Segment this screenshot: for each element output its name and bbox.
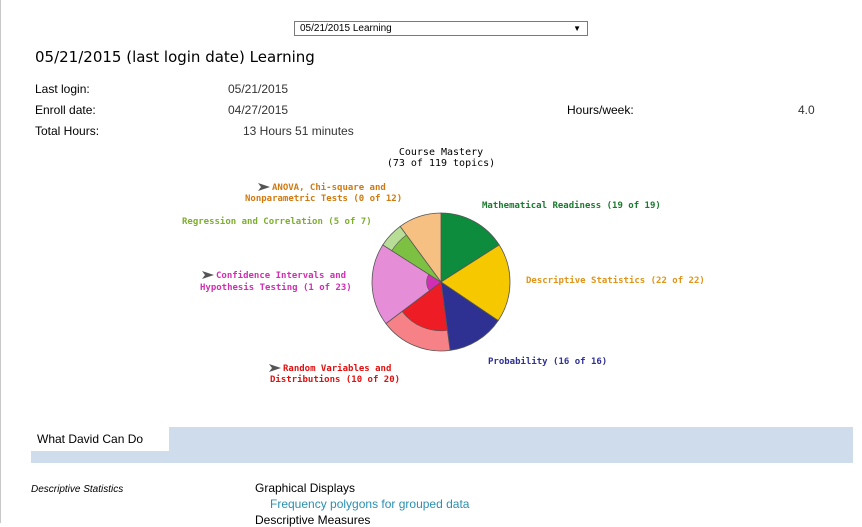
label-regression-correlation[interactable]: Regression and Correlation (5 of 7) — [182, 216, 372, 227]
tab-what-david-can-do[interactable]: What David Can Do — [31, 427, 170, 451]
chart-subtitle: (73 of 119 topics) — [387, 158, 495, 169]
chart-title: Course Mastery — [399, 147, 483, 158]
label-confidence-intervals-line1[interactable]: Confidence Intervals and — [216, 270, 346, 281]
label-mathematical-readiness[interactable]: Mathematical Readiness (19 of 19) — [482, 200, 661, 211]
topic-group-label: Descriptive Measures — [255, 513, 371, 527]
pie-slices — [371, 212, 511, 352]
arrow-right-icon — [269, 364, 281, 372]
label-random-variables-line1[interactable]: Random Variables and — [283, 363, 391, 374]
arrow-right-icon — [258, 183, 270, 191]
topic-group-label: Graphical Displays — [255, 481, 356, 495]
category-label: Descriptive Statistics — [31, 484, 124, 495]
skill-link[interactable]: Frequency polygons for grouped data — [270, 497, 469, 511]
label-descriptive-statistics[interactable]: Descriptive Statistics (22 of 22) — [526, 275, 705, 286]
label-random-variables-line2[interactable]: Distributions (10 of 20) — [270, 374, 400, 385]
arrow-right-icon — [202, 271, 214, 279]
label-confidence-intervals-line2[interactable]: Hypothesis Testing (1 of 23) — [200, 282, 352, 293]
label-probability[interactable]: Probability (16 of 16) — [488, 356, 607, 367]
label-anova-line2[interactable]: Nonparametric Tests (0 of 12) — [245, 193, 402, 204]
label-anova-line1[interactable]: ANOVA, Chi-square and — [272, 182, 386, 193]
